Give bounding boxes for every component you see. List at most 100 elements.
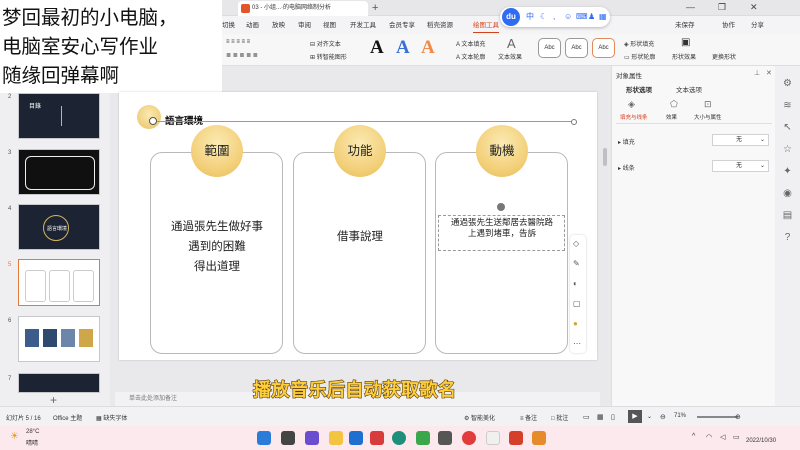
chat-icon[interactable] bbox=[416, 431, 430, 445]
view-sorter-icon[interactable]: ▦ bbox=[597, 413, 604, 421]
grid-icon[interactable]: ▦ bbox=[599, 12, 607, 21]
smart-beautify[interactable]: ⚙ 智能美化 bbox=[464, 413, 495, 422]
card-scope[interactable]: 通過張先生做好事 遇到的困難 得出道理 bbox=[150, 152, 283, 354]
baidu-ime-icon[interactable]: du bbox=[502, 8, 520, 26]
keyboard-icon[interactable]: ⌨ bbox=[576, 12, 588, 21]
slide-thumbnail-4[interactable]: 語言環境 bbox=[18, 204, 100, 250]
explorer-icon[interactable] bbox=[329, 431, 343, 445]
skin-icon[interactable]: ♟ bbox=[588, 12, 596, 21]
convert-smartart-button[interactable]: ⊞ 转智能图形 bbox=[310, 52, 347, 61]
resize-handle[interactable] bbox=[571, 119, 577, 125]
subtab-effects[interactable]: 效果 bbox=[666, 113, 677, 121]
help-icon[interactable]: ? bbox=[782, 232, 793, 243]
menu-docer[interactable]: 稻壳资源 bbox=[427, 19, 453, 29]
menu-drawing-tools[interactable]: 绘图工具 bbox=[473, 19, 499, 33]
menu-member[interactable]: 会员专享 bbox=[389, 19, 415, 29]
battery-icon[interactable]: ▭ bbox=[733, 433, 740, 441]
change-shape-button[interactable]: 更换形状 bbox=[712, 52, 736, 61]
slide-thumbnail-6[interactable] bbox=[18, 316, 100, 362]
play-slideshow-button[interactable]: ▶ bbox=[628, 410, 642, 423]
card-function[interactable]: 借事說理 bbox=[293, 152, 426, 354]
card-motive[interactable]: 通過張先生送鄰居去醫院路 上遇到堵車，告訴 bbox=[435, 152, 568, 354]
tab-text-options[interactable]: 文本选项 bbox=[676, 84, 702, 94]
subtab-fill-line[interactable]: 填充与线条 bbox=[620, 113, 648, 121]
slideshow-menu-icon[interactable]: ⌄ bbox=[647, 413, 652, 420]
crop-icon[interactable]: ▢ bbox=[573, 299, 581, 308]
menu-review[interactable]: 审阅 bbox=[298, 19, 311, 29]
layers-icon[interactable]: ◇ bbox=[573, 239, 579, 248]
ime-toolbar[interactable]: du 中 ☾ , ☺ ⌨ ♟ ▦ bbox=[500, 7, 610, 27]
star-icon[interactable]: ☆ bbox=[782, 144, 793, 155]
rotate-handle-icon[interactable] bbox=[497, 203, 505, 211]
slide-title[interactable]: 語言環境 bbox=[165, 113, 203, 127]
teams-icon[interactable] bbox=[305, 431, 319, 445]
zoom-in-icon[interactable]: ⊕ bbox=[735, 413, 741, 421]
panel-close-icon[interactable]: ✕ bbox=[766, 69, 772, 77]
wps-icon[interactable] bbox=[509, 431, 523, 445]
pin-icon[interactable]: ⊥ bbox=[754, 69, 760, 77]
menu-view[interactable]: 视图 bbox=[323, 19, 336, 29]
app-red-icon[interactable] bbox=[370, 431, 384, 445]
chinese-mode-icon[interactable]: 中 bbox=[526, 12, 534, 21]
view-reading-icon[interactable]: ▯ bbox=[611, 413, 615, 421]
shape-outline-button[interactable]: ▭ 形状轮廓 bbox=[624, 52, 655, 61]
location-icon[interactable]: ◉ bbox=[782, 188, 793, 199]
menu-devtools[interactable]: 开发工具 bbox=[350, 19, 376, 29]
text-style-blue[interactable]: A bbox=[396, 37, 410, 59]
document-tab[interactable]: 03 - 小组...·的电脑网络制分析 bbox=[238, 1, 368, 16]
fill-dropdown[interactable]: 无 ⌄ bbox=[712, 134, 769, 146]
pen-icon[interactable]: ✎ bbox=[573, 259, 580, 268]
zoom-slider[interactable] bbox=[697, 416, 737, 418]
close-icon[interactable]: ✕ bbox=[750, 2, 758, 13]
shape-fill-button[interactable]: ◈ 形状填充 bbox=[624, 39, 654, 48]
punctuation-icon[interactable]: , bbox=[553, 12, 561, 21]
menu-animation[interactable]: 动画 bbox=[246, 19, 259, 29]
text-effect-button[interactable]: 文本效果 bbox=[498, 52, 522, 61]
subtab-size[interactable]: 大小与属性 bbox=[694, 113, 722, 121]
zoom-out-icon[interactable]: ⊖ bbox=[660, 413, 666, 421]
effects-icon[interactable]: ⬠ bbox=[670, 99, 678, 110]
card-scope-text[interactable]: 通過張先生做好事 遇到的困難 得出道理 bbox=[152, 217, 282, 277]
moon-icon[interactable]: ☾ bbox=[540, 12, 548, 21]
slide-canvas[interactable]: 語言環境 通過張先生做好事 遇到的困難 得出道理 範圍 借事說理 功能 通過張先… bbox=[119, 92, 597, 360]
netease-icon[interactable] bbox=[462, 431, 476, 445]
save-status[interactable]: 未保存 bbox=[675, 19, 695, 29]
volume-icon[interactable]: ◁ bbox=[720, 433, 725, 441]
app-light-icon[interactable] bbox=[486, 431, 500, 445]
text-outline-button[interactable]: A 文本轮廓 bbox=[456, 52, 485, 61]
minimize-icon[interactable]: — bbox=[686, 2, 695, 12]
template-icon[interactable]: ▤ bbox=[782, 210, 793, 221]
shape-effect-button[interactable]: 形状效果 bbox=[672, 52, 696, 61]
menu-switch[interactable]: 切换 bbox=[222, 19, 235, 29]
notes-toggle[interactable]: ≡ 备注 bbox=[520, 413, 537, 422]
fill-section-label[interactable]: ▸ 填充 bbox=[618, 137, 635, 146]
card-function-heading[interactable]: 功能 bbox=[334, 125, 386, 177]
zoom-level[interactable]: 71% bbox=[674, 413, 686, 419]
slide-thumbnail-7[interactable] bbox=[18, 373, 100, 393]
adjust-icon[interactable]: ≋ bbox=[782, 100, 793, 111]
text-style-orange[interactable]: A bbox=[421, 37, 435, 59]
search-icon[interactable] bbox=[281, 431, 295, 445]
text-fill-button[interactable]: A 文本填充 bbox=[456, 39, 485, 48]
shape-style-2[interactable]: Abc bbox=[565, 38, 588, 58]
more-icon[interactable]: ⋯ bbox=[573, 339, 581, 348]
emoji-icon[interactable]: ☺ bbox=[564, 12, 572, 21]
app-dark-icon[interactable] bbox=[438, 431, 452, 445]
missing-font[interactable]: ▦ 缺失字体 bbox=[96, 413, 127, 422]
shape-style-3[interactable]: Abc bbox=[592, 38, 615, 58]
view-normal-icon[interactable]: ▭ bbox=[583, 413, 590, 421]
wifi-icon[interactable]: ◠ bbox=[706, 433, 712, 441]
line-dropdown[interactable]: 无 ⌄ bbox=[712, 160, 769, 172]
bulb-icon[interactable]: ● bbox=[573, 319, 578, 328]
card-motive-heading[interactable]: 動機 bbox=[476, 125, 528, 177]
fill-icon[interactable]: ◐ bbox=[573, 279, 578, 288]
app-orange-icon[interactable] bbox=[532, 431, 546, 445]
collab-button[interactable]: 协作 bbox=[722, 19, 735, 29]
card-motive-text[interactable]: 通過張先生送鄰居去醫院路 上遇到堵車，告訴 bbox=[437, 217, 567, 239]
start-icon[interactable] bbox=[257, 431, 271, 445]
comment-toggle[interactable]: □ 批注 bbox=[551, 413, 568, 422]
theme-name[interactable]: Office 主题 bbox=[53, 413, 82, 422]
slide-scrollbar[interactable] bbox=[603, 148, 607, 166]
ribbon-format-icons[interactable]: ≡ ≡ ≡ ≡ ≡ bbox=[226, 39, 250, 45]
edge-icon[interactable] bbox=[392, 431, 406, 445]
